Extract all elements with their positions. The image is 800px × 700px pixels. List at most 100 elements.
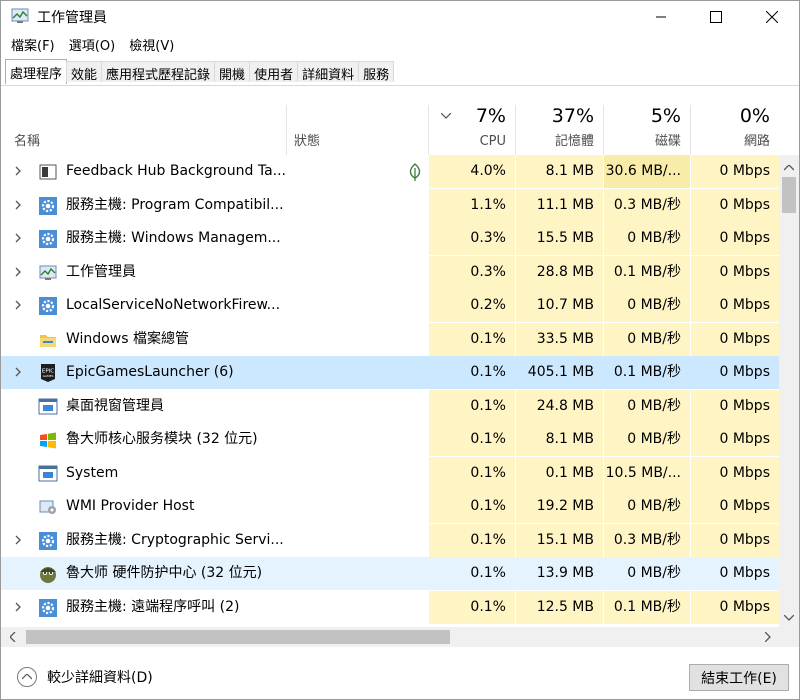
- process-mem-value: 19.2 MB: [516, 490, 603, 523]
- process-row[interactable]: System 0.1% 0.1 MB 10.5 MB/... 0 Mbps: [1, 456, 779, 490]
- window-icon: [38, 464, 58, 484]
- process-net-value: 0 Mbps: [691, 322, 779, 356]
- minimize-button[interactable]: [638, 1, 684, 33]
- process-row[interactable]: 服務主機: Cryptographic Servi... 0.1% 15.1 MB 0…: [1, 523, 779, 557]
- tab-processes[interactable]: 處理程序: [5, 59, 68, 84]
- folder-icon: [38, 330, 58, 350]
- column-header-network[interactable]: 0% 網路: [691, 105, 779, 155]
- header-memory-percent: 37%: [551, 105, 594, 127]
- task-manager-app-icon: [11, 8, 29, 23]
- process-row[interactable]: 魯大师 硬件防护中心 (32 位元) 0.1% 13.9 MB 0 MB/秒 0 Mbp…: [1, 557, 779, 590]
- process-disk-value: 0 MB/秒: [604, 423, 690, 456]
- process-net-value: 0 Mbps: [719, 565, 770, 581]
- process-name: LocalServiceNoNetworkFirew...: [66, 297, 281, 313]
- scroll-left-icon[interactable]: [10, 632, 16, 642]
- process-name: 服務主機: Windows Managem...: [66, 230, 281, 246]
- tab-users[interactable]: 使用者: [249, 61, 299, 83]
- expand-chevron-icon[interactable]: [13, 534, 23, 546]
- gear-icon: [38, 229, 58, 249]
- footer: 較少詳細資料(D) 結束工作(E): [1, 651, 799, 699]
- process-cpu-value: 0.2%: [429, 289, 515, 322]
- fewer-details-link[interactable]: 較少詳細資料(D): [17, 667, 153, 687]
- tab-services[interactable]: 服務: [358, 61, 395, 83]
- vertical-scrollbar[interactable]: [779, 155, 799, 627]
- process-name: 服務主機: Cryptographic Servi...: [66, 531, 284, 548]
- expand-chevron-icon[interactable]: [13, 266, 23, 278]
- tab-details[interactable]: 詳細資料: [297, 61, 360, 83]
- process-row[interactable]: 服務主機: 遠端程序呼叫 (2) 0.1% 12.5 MB 0.1 MB/秒 0 Mbp…: [1, 590, 779, 624]
- windows-logo-icon: [38, 430, 58, 450]
- process-net-value: 0 Mbps: [691, 389, 779, 423]
- process-name: WMI Provider Host: [66, 498, 195, 514]
- scroll-up-icon[interactable]: [784, 165, 794, 171]
- process-row[interactable]: WMI Provider Host 0.1% 19.2 MB 0 MB/秒 0 Mbps: [1, 490, 779, 523]
- menu-view[interactable]: 檢視(V): [129, 39, 174, 54]
- process-cpu-value: 0.1%: [470, 565, 506, 581]
- header-disk-label: 磁碟: [654, 134, 681, 149]
- process-disk-value: 0.1 MB/秒: [613, 364, 681, 380]
- process-net-value: 0 Mbps: [691, 456, 779, 490]
- column-header-memory[interactable]: 37% 記憶體: [516, 105, 603, 155]
- column-header-cpu[interactable]: 7% CPU: [429, 105, 515, 155]
- process-net-value: 0 Mbps: [691, 188, 779, 222]
- process-row[interactable]: 服務主機: Program Compatibil... 1.1% 11.1 MB 0.…: [1, 188, 779, 222]
- header-disk-percent: 5%: [650, 105, 681, 127]
- expand-chevron-icon[interactable]: [13, 299, 23, 311]
- column-header-name[interactable]: 名稱: [1, 105, 286, 155]
- process-mem-value: 11.1 MB: [516, 188, 603, 222]
- process-disk-value: 0.3 MB/秒: [604, 523, 690, 557]
- horizontal-scroll-thumb[interactable]: [26, 630, 450, 644]
- process-mem-value: 405.1 MB: [527, 364, 594, 380]
- expand-chevron-icon[interactable]: [13, 199, 23, 211]
- process-net-value: 0 Mbps: [691, 523, 779, 557]
- process-row[interactable]: 工作管理員 0.3% 28.8 MB 0.1 MB/秒 0 Mbps: [1, 255, 779, 289]
- close-icon: [766, 11, 778, 23]
- expand-chevron-icon[interactable]: [13, 601, 23, 613]
- process-cpu-value: 0.3%: [429, 222, 515, 255]
- header-network-percent: 0%: [739, 105, 770, 127]
- tab-startup[interactable]: 開機: [214, 61, 251, 83]
- process-net-value: 0 Mbps: [691, 590, 779, 624]
- process-name: EpicGamesLauncher (6): [66, 364, 234, 380]
- process-row[interactable]: Windows 檔案總管 0.1% 33.5 MB 0 MB/秒 0 Mbps: [1, 322, 779, 356]
- maximize-button[interactable]: [693, 1, 739, 33]
- menu-options[interactable]: 選項(O): [69, 39, 115, 54]
- column-header-status[interactable]: 狀態: [287, 105, 428, 155]
- process-row[interactable]: 魯大师核心服务模块 (32 位元) 0.1% 8.1 MB 0 MB/秒 0 Mbps: [1, 423, 779, 456]
- vertical-scroll-thumb[interactable]: [782, 177, 796, 213]
- process-mem-value: 15.5 MB: [516, 222, 603, 255]
- menu-file[interactable]: 檔案(F): [11, 39, 55, 54]
- process-disk-value: 0 MB/秒: [604, 222, 690, 255]
- process-row[interactable]: Feedback Hub Background Ta... 4.0% 8.1 MB 3…: [1, 155, 779, 188]
- expand-chevron-icon[interactable]: [13, 165, 23, 177]
- process-cpu-value: 0.1%: [429, 423, 515, 456]
- scroll-right-icon[interactable]: [765, 632, 771, 642]
- process-net-value: 0 Mbps: [691, 289, 779, 322]
- feedback-hub-icon: [38, 162, 58, 182]
- process-cpu-value: 0.3%: [429, 255, 515, 289]
- tab-app-history[interactable]: 應用程式歷程記錄: [101, 61, 216, 83]
- tab-performance[interactable]: 效能: [66, 61, 103, 83]
- process-row[interactable]: 桌面視窗管理員 0.1% 24.8 MB 0 MB/秒 0 Mbps: [1, 389, 779, 423]
- process-mem-value: 33.5 MB: [516, 322, 603, 356]
- wmi-icon: [38, 497, 58, 517]
- expand-chevron-icon[interactable]: [13, 366, 23, 378]
- scroll-down-icon[interactable]: [784, 615, 794, 621]
- process-row[interactable]: LocalServiceNoNetworkFirew... 0.2% 10.7 MB…: [1, 289, 779, 322]
- close-button[interactable]: [749, 1, 795, 33]
- process-cpu-value: 0.1%: [470, 364, 506, 380]
- process-row[interactable]: 服務主機: Windows Managem... 0.3% 15.5 MB 0 MB/…: [1, 222, 779, 255]
- process-name: 魯大师 硬件防护中心 (32 位元): [66, 565, 263, 581]
- end-task-button[interactable]: 結束工作(E): [689, 664, 789, 691]
- expand-chevron-icon[interactable]: [13, 232, 23, 244]
- process-mem-value: 13.9 MB: [536, 565, 594, 581]
- process-cpu-value: 1.1%: [429, 188, 515, 222]
- horizontal-scrollbar[interactable]: [1, 627, 779, 647]
- scrollbar-corner: [779, 627, 799, 647]
- maximize-icon: [710, 11, 722, 23]
- process-mem-value: 8.1 MB: [516, 423, 603, 456]
- process-row[interactable]: EPIC GAMES EpicGamesLauncher (6) 0.1% 405.1 …: [1, 356, 779, 389]
- process-net-value: 0 Mbps: [719, 364, 770, 380]
- process-mem-value: 15.1 MB: [516, 523, 603, 557]
- column-header-disk[interactable]: 5% 磁碟: [604, 105, 690, 155]
